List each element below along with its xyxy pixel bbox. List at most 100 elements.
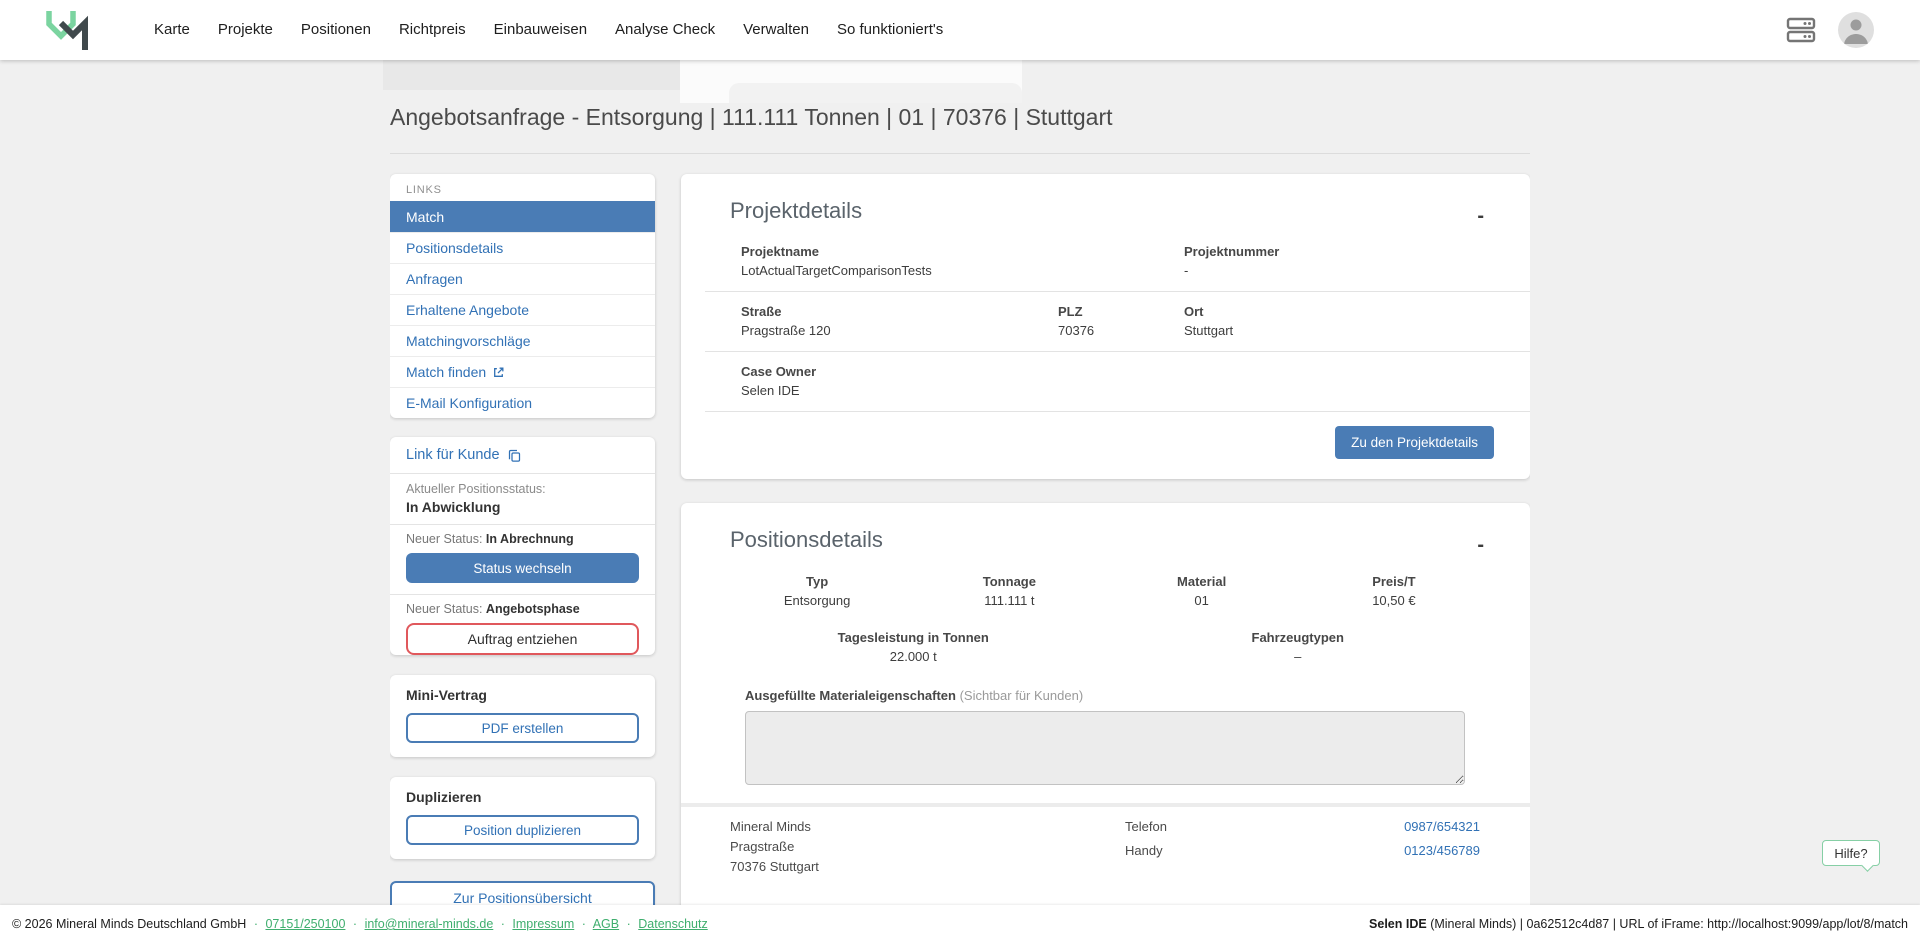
- current-status: Aktueller Positionsstatus: In Abwicklung: [390, 474, 655, 524]
- current-status-value: In Abwicklung: [406, 499, 639, 515]
- footer-link-agb[interactable]: AGB: [593, 917, 619, 931]
- new-status-line: Neuer Status: Angebotsphase: [390, 595, 655, 616]
- field-label: Fahrzeugtypen: [1106, 630, 1491, 645]
- footer-separator: ·: [627, 917, 631, 931]
- sidebar-item-erhaltene-angebote[interactable]: Erhaltene Angebote: [390, 294, 655, 325]
- mobile-label: Handy: [1125, 843, 1163, 858]
- field-tonnage: Tonnage 111.111 t: [913, 574, 1105, 608]
- nav-item-analyse-check[interactable]: Analyse Check: [601, 0, 729, 60]
- sidebar-item-label: Match finden: [406, 364, 486, 380]
- project-row: Straße Pragstraße 120 PLZ 70376 Ort Stut…: [681, 292, 1530, 351]
- page-content: Angebotsanfrage - Entsorgung | 111.111 T…: [390, 60, 1530, 905]
- main-nav: Karte Projekte Positionen Richtpreis Ein…: [140, 0, 957, 60]
- nav-item-verwalten[interactable]: Verwalten: [729, 0, 823, 60]
- material-properties-textarea[interactable]: [745, 711, 1465, 785]
- project-row: Projektname LotActualTargetComparisonTes…: [681, 232, 1530, 291]
- phone-label: Telefon: [1125, 819, 1167, 834]
- mineral-minds-logo[interactable]: [44, 8, 90, 52]
- withdraw-order-button[interactable]: Auftrag entziehen: [406, 623, 639, 655]
- footer-link-email[interactable]: info@mineral-minds.de: [365, 917, 494, 931]
- field-label: Preis/T: [1298, 574, 1490, 589]
- to-project-details-button[interactable]: Zu den Projektdetails: [1335, 426, 1494, 459]
- phone-row: Telefon 0987/654321: [1125, 819, 1480, 834]
- footer-separator: ·: [254, 917, 258, 931]
- mini-contract-title: Mini-Vertrag: [406, 687, 639, 703]
- links-card: LINKS Match Positionsdetails Anfragen Er…: [390, 174, 655, 418]
- sidebar-item-anfragen[interactable]: Anfragen: [390, 263, 655, 294]
- field-value: Selen IDE: [741, 383, 1184, 398]
- field-material: Material 01: [1106, 574, 1298, 608]
- field-label: Ausgefüllte Materialeigenschaften: [745, 688, 956, 703]
- nav-item-richtpreis[interactable]: Richtpreis: [385, 0, 480, 60]
- contact-company: Mineral Minds: [730, 817, 819, 837]
- duplicate-position-button[interactable]: Position duplizieren: [406, 815, 639, 845]
- collapse-button[interactable]: -: [1477, 206, 1484, 226]
- sidebar-item-match-finden[interactable]: Match finden: [390, 356, 655, 387]
- collapse-button[interactable]: -: [1477, 535, 1484, 555]
- field-tagesleistung: Tagesleistung in Tonnen 22.000 t: [721, 630, 1106, 664]
- position-overview-button[interactable]: Zur Positionsübersicht: [390, 881, 655, 905]
- field-value: –: [1106, 649, 1491, 664]
- phone-link[interactable]: 0987/654321: [1404, 819, 1480, 834]
- copy-icon: [507, 448, 522, 463]
- page-title: Angebotsanfrage - Entsorgung | 111.111 T…: [390, 104, 1530, 131]
- footer-bar: © 2026 Mineral Minds Deutschland GmbH · …: [0, 905, 1920, 943]
- server-icon[interactable]: [1786, 16, 1816, 44]
- project-row: Case Owner Selen IDE: [681, 352, 1530, 411]
- links-header: LINKS: [390, 174, 655, 201]
- new-status-value: In Abrechnung: [486, 532, 574, 546]
- sidebar-item-positionsdetails[interactable]: Positionsdetails: [390, 232, 655, 263]
- header-actions: [1786, 12, 1874, 48]
- nav-item-positionen[interactable]: Positionen: [287, 0, 385, 60]
- status-change-button[interactable]: Status wechseln: [406, 553, 639, 583]
- duplicate-card: Duplizieren Position duplizieren: [390, 777, 655, 859]
- field-label: Projektnummer: [1184, 244, 1530, 259]
- sidebar-item-email-konfiguration[interactable]: E-Mail Konfiguration: [390, 387, 655, 418]
- user-avatar[interactable]: [1838, 12, 1874, 48]
- position-row: Tagesleistung in Tonnen 22.000 t Fahrzeu…: [681, 610, 1530, 670]
- project-details-title: Projektdetails: [730, 198, 862, 224]
- duplicate-title: Duplizieren: [406, 789, 639, 805]
- nav-item-karte[interactable]: Karte: [140, 0, 204, 60]
- contact-section: Mineral Minds Pragstraße 70376 Stuttgart…: [681, 803, 1530, 905]
- current-status-label: Aktueller Positionsstatus:: [406, 482, 639, 496]
- customer-link[interactable]: Link für Kunde: [390, 437, 655, 473]
- footer-link-datenschutz[interactable]: Datenschutz: [638, 917, 707, 931]
- nav-item-so-funktionierts[interactable]: So funktioniert's: [823, 0, 957, 60]
- field-value: 22.000 t: [721, 649, 1106, 664]
- field-value: 01: [1106, 593, 1298, 608]
- nav-item-einbauweisen[interactable]: Einbauweisen: [480, 0, 601, 60]
- footer-separator: ·: [501, 917, 505, 931]
- field-projektname: Projektname LotActualTargetComparisonTes…: [741, 244, 1184, 278]
- sidebar-item-matchingvorschlaege[interactable]: Matchingvorschläge: [390, 325, 655, 356]
- position-details-title: Positionsdetails: [730, 527, 883, 553]
- field-strasse: Straße Pragstraße 120: [741, 304, 1058, 338]
- help-button[interactable]: Hilfe?: [1822, 840, 1880, 866]
- create-pdf-button[interactable]: PDF erstellen: [406, 713, 639, 743]
- page-title-wrap: Angebotsanfrage - Entsorgung | 111.111 T…: [390, 60, 1530, 154]
- footer-link-phone[interactable]: 07151/250100: [265, 917, 345, 931]
- field-value: 70376: [1058, 323, 1184, 338]
- field-label: Ort: [1184, 304, 1530, 319]
- field-case-owner: Case Owner Selen IDE: [741, 364, 1184, 398]
- session-details: (Mineral Minds) | 0a62512c4d87 | URL of …: [1427, 917, 1908, 931]
- field-value: Entsorgung: [721, 593, 913, 608]
- new-status-line: Neuer Status: In Abrechnung: [390, 525, 655, 546]
- sidebar-item-match[interactable]: Match: [390, 201, 655, 232]
- session-user: Selen IDE: [1369, 917, 1427, 931]
- mobile-link[interactable]: 0123/456789: [1404, 843, 1480, 858]
- field-label: Projektname: [741, 244, 1184, 259]
- project-details-card: Projektdetails - Projektname LotActualTa…: [681, 174, 1530, 479]
- status-card: Link für Kunde Aktueller Positionsstatus…: [390, 437, 655, 655]
- copyright-text: © 2026 Mineral Minds Deutschland GmbH: [12, 917, 246, 931]
- field-ort: Ort Stuttgart: [1184, 304, 1530, 338]
- footer-separator: ·: [353, 917, 357, 931]
- nav-item-projekte[interactable]: Projekte: [204, 0, 287, 60]
- footer-link-impressum[interactable]: Impressum: [512, 917, 574, 931]
- position-details-card: Positionsdetails - Typ Entsorgung Tonnag…: [681, 503, 1530, 905]
- person-icon: [1838, 12, 1874, 48]
- field-value: 111.111 t: [913, 593, 1105, 608]
- footer-separator: ·: [582, 917, 586, 931]
- field-label: Tonnage: [913, 574, 1105, 589]
- field-label: Typ: [721, 574, 913, 589]
